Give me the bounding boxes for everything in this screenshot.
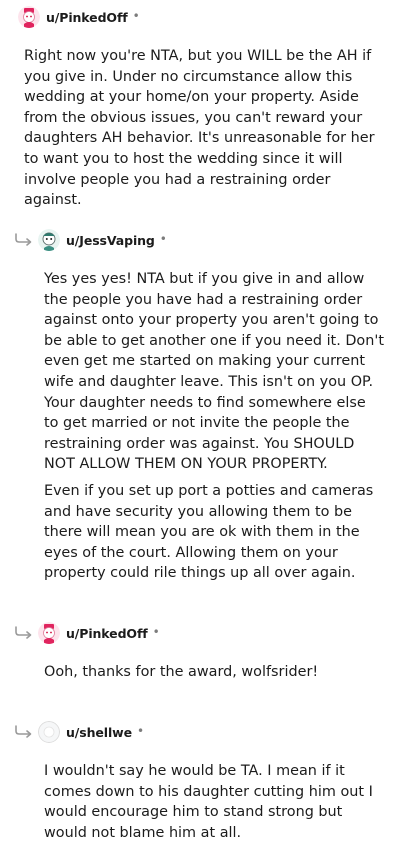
- comment-paragraph: Yes yes yes! NTA but if you give in and …: [44, 271, 384, 473]
- reply-arrow-icon: [14, 626, 34, 640]
- comment-body: Yes yes yes! NTA but if you give in and …: [44, 269, 384, 590]
- comment-header: u/PinkedOff •: [18, 5, 140, 29]
- comment-paragraph: Ooh, thanks for the award, wolfsrider!: [44, 664, 319, 680]
- comment-body: Ooh, thanks for the award, wolfsrider!: [44, 662, 384, 689]
- comment-body: I wouldn't say he would be TA. I mean if…: [44, 761, 384, 849]
- comment-paragraph: I wouldn't say he would be TA. I mean if…: [44, 763, 373, 841]
- comment-header: u/JessVaping •: [14, 228, 167, 252]
- teal-snoo-avatar-icon[interactable]: [38, 229, 60, 251]
- separator-dot: •: [136, 724, 145, 738]
- separator-dot: •: [159, 232, 167, 246]
- pink-snoo-avatar-icon[interactable]: [38, 622, 60, 644]
- pink-snoo-avatar-icon[interactable]: [18, 6, 40, 28]
- comment-body: Right now you're NTA, but you WILL be th…: [24, 46, 386, 217]
- username[interactable]: u/JessVaping: [66, 233, 155, 248]
- username[interactable]: u/PinkedOff: [46, 10, 128, 25]
- comment-paragraph: Even if you set up port a potties and ca…: [44, 482, 374, 582]
- default-avatar-icon[interactable]: [38, 721, 60, 743]
- reply-arrow-icon: [14, 725, 34, 739]
- separator-dot: •: [132, 9, 140, 23]
- separator-dot: •: [152, 625, 160, 639]
- reply-arrow-icon: [14, 233, 34, 247]
- username[interactable]: u/PinkedOff: [66, 626, 148, 641]
- username[interactable]: u/shellwe: [66, 725, 132, 740]
- comment-header: u/shellwe •: [14, 720, 144, 744]
- comment-paragraph: Right now you're NTA, but you WILL be th…: [24, 48, 375, 209]
- comment-header: u/PinkedOff •: [14, 621, 160, 645]
